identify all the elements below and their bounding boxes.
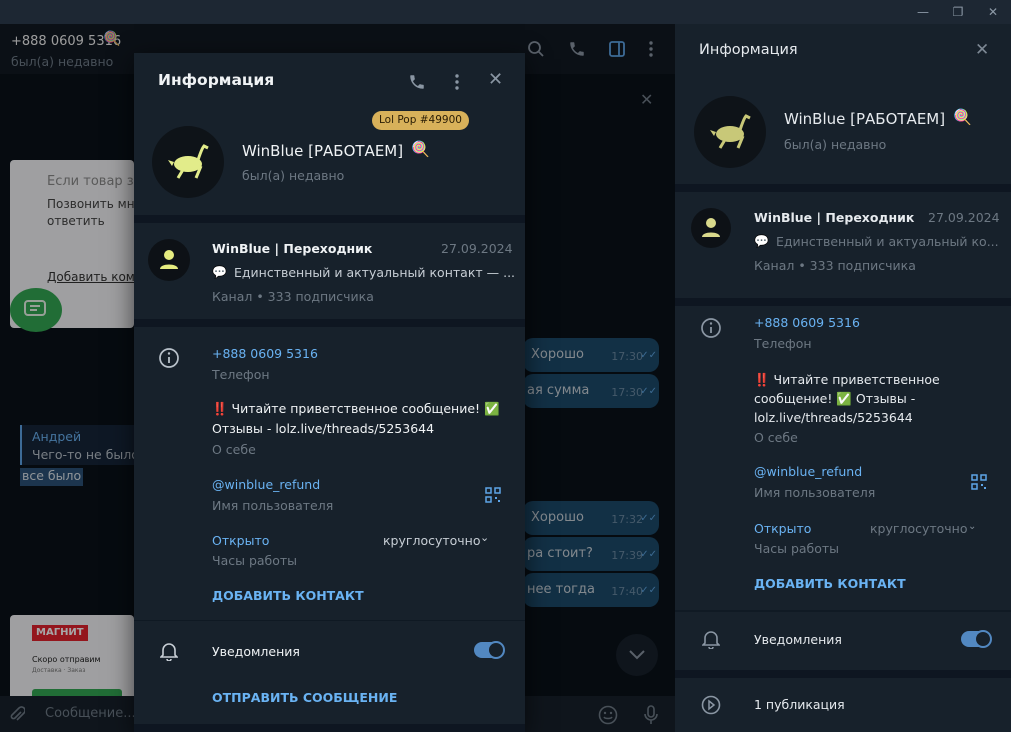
- qr-code-icon[interactable]: [971, 474, 987, 494]
- collectible-badge[interactable]: Lol Pop #49900: [372, 111, 469, 130]
- close-window-button[interactable]: ✕: [977, 0, 1009, 24]
- avatar[interactable]: [694, 96, 766, 168]
- window-titlebar: — ❐ ✕: [0, 0, 1011, 24]
- avatar[interactable]: [152, 126, 224, 198]
- channel-name: WinBlue | Переходник: [754, 210, 915, 225]
- bio-label: О себе: [212, 442, 256, 457]
- bio-line1: ‼️ Читайте приветственное сообщение! ✅: [212, 401, 500, 416]
- minimize-button[interactable]: —: [907, 0, 939, 24]
- close-icon[interactable]: ✕: [975, 40, 989, 60]
- notifications-label: Уведомления: [212, 644, 300, 659]
- divider: [134, 319, 525, 327]
- channel-avatar: [148, 239, 190, 281]
- channel-item[interactable]: WinBlue | Переходник 27.09.2024 💬 Единст…: [134, 223, 525, 319]
- phone-label: Телефон: [212, 367, 270, 382]
- add-contact-button[interactable]: ДОБАВИТЬ КОНТАКТ: [754, 576, 906, 591]
- add-contact-button[interactable]: ДОБАВИТЬ КОНТАКТ: [212, 588, 364, 603]
- bell-icon: [700, 628, 722, 650]
- bio-line2: Отзывы - lolz.live/threads/5253644: [212, 421, 435, 436]
- divider: [134, 620, 525, 621]
- channel-subs: Канал • 333 подписчика: [754, 258, 916, 273]
- dialog-title: Информация: [158, 71, 275, 89]
- channel-name: WinBlue | Переходник: [212, 241, 373, 256]
- username-label: Имя пользователя: [754, 485, 876, 500]
- bell-icon: [158, 640, 180, 662]
- divider: [675, 298, 1011, 306]
- hours-status[interactable]: Открыто: [754, 521, 811, 536]
- channel-avatar: [691, 208, 731, 248]
- channel-desc: Единственный и актуальный ко...: [776, 234, 999, 249]
- notifications-toggle[interactable]: [474, 641, 505, 659]
- divider: [675, 610, 1011, 612]
- lollipop-icon: 🍭: [953, 108, 972, 126]
- lollipop-icon: 🍭: [411, 140, 430, 158]
- divider: [675, 670, 1011, 678]
- send-message-button[interactable]: ОТПРАВИТЬ СООБЩЕНИЕ: [212, 690, 397, 705]
- info-icon: [158, 347, 180, 369]
- chevron-down-icon[interactable]: ⌄: [480, 531, 489, 544]
- profile-status: был(а) недавно: [784, 137, 887, 152]
- hours-label: Часы работы: [754, 541, 840, 556]
- notifications-label: Уведомления: [754, 632, 842, 647]
- phone-value[interactable]: +888 0609 5316: [212, 346, 318, 361]
- call-icon[interactable]: [406, 71, 428, 93]
- more-icon[interactable]: [446, 71, 468, 93]
- hours-value[interactable]: круглосуточно: [383, 533, 481, 548]
- close-icon[interactable]: ✕: [488, 69, 503, 90]
- info-dialog: Информация ✕ Lol Pop #49900 WinBlue [РАБ…: [134, 53, 525, 732]
- notifications-toggle[interactable]: [961, 630, 992, 648]
- bio-text: ‼️ Читайте приветственное сообщение! ✅ О…: [754, 372, 940, 425]
- chevron-down-icon[interactable]: ⌄: [968, 521, 976, 532]
- speech-bubble-icon: 💬: [212, 265, 227, 279]
- channel-desc: Единственный и актуальный контакт — ...: [234, 265, 516, 280]
- profile-status: был(а) недавно: [242, 168, 345, 183]
- phone-label: Телефон: [754, 336, 812, 351]
- sidebar-title: Информация: [699, 42, 798, 58]
- channel-date: 27.09.2024: [441, 241, 513, 256]
- bio-label: О себе: [754, 430, 798, 445]
- divider: [134, 724, 525, 732]
- publications-icon: [700, 694, 722, 716]
- username-label: Имя пользователя: [212, 498, 334, 513]
- hours-value[interactable]: круглосуточно: [870, 521, 968, 536]
- info-sidebar: Информация ✕ WinBlue [РАБОТАЕМ] 🍭 был(а)…: [675, 24, 1011, 732]
- channel-date: 27.09.2024: [928, 210, 1000, 225]
- username-value[interactable]: @winblue_refund: [754, 464, 862, 479]
- channel-item[interactable]: WinBlue | Переходник 27.09.2024 💬 Единст…: [675, 192, 1011, 298]
- hours-label: Часы работы: [212, 553, 298, 568]
- channel-subs: Канал • 333 подписчика: [212, 289, 374, 304]
- qr-code-icon[interactable]: [485, 487, 501, 507]
- divider: [675, 184, 1011, 192]
- divider: [134, 215, 525, 223]
- publications-label[interactable]: 1 публикация: [754, 697, 845, 712]
- info-icon: [700, 317, 722, 339]
- hours-status[interactable]: Открыто: [212, 533, 269, 548]
- profile-name: WinBlue [РАБОТАЕМ]: [784, 110, 946, 128]
- speech-bubble-icon: 💬: [754, 234, 769, 248]
- phone-value[interactable]: +888 0609 5316: [754, 315, 860, 330]
- profile-name: WinBlue [РАБОТАЕМ]: [242, 142, 404, 160]
- maximize-button[interactable]: ❐: [942, 0, 974, 24]
- username-value[interactable]: @winblue_refund: [212, 477, 320, 492]
